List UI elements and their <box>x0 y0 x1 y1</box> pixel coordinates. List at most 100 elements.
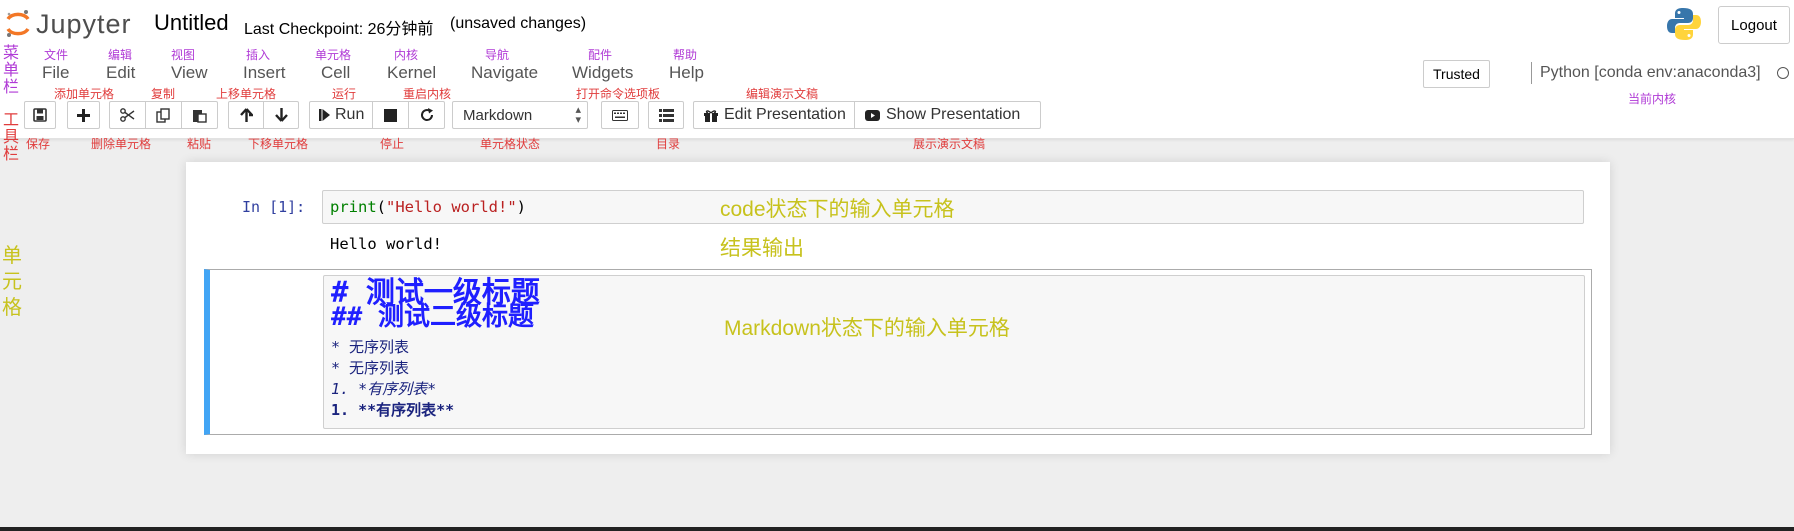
annotation-toc: 目录 <box>656 137 681 151</box>
arrow-down-icon <box>274 108 288 122</box>
annotation-view: 视图 <box>171 48 196 62</box>
restart-kernel-button[interactable] <box>408 101 445 129</box>
markdown-line-ordered-italic: 1. *有序列表* <box>331 380 437 398</box>
menu-navigate[interactable]: Navigate <box>471 63 538 83</box>
paste-cell-button[interactable] <box>181 101 218 129</box>
scissors-icon <box>120 108 135 122</box>
plus-icon <box>77 108 90 122</box>
annotation-current-kernel: 当前内核 <box>1628 92 1677 106</box>
move-up-button[interactable] <box>228 101 264 129</box>
code-paren-open: ( <box>376 198 387 216</box>
kernel-separator <box>1531 62 1532 84</box>
annotation-insert: 插入 <box>246 48 271 62</box>
edit-presentation-button[interactable]: Edit Presentation <box>693 101 855 129</box>
cell-type-value: Markdown <box>463 106 533 124</box>
code-func: print <box>330 198 377 216</box>
menu-help[interactable]: Help <box>669 63 704 83</box>
stop-icon <box>384 108 397 122</box>
select-arrows-icon: ▴ ▾ <box>575 104 581 126</box>
code-cell-output: Hello world! <box>330 235 442 253</box>
annotation-save: 保存 <box>26 137 51 151</box>
annotation-restart: 重启内核 <box>403 87 452 101</box>
youtube-play-icon <box>865 109 880 121</box>
jupyter-logo-icon <box>6 10 30 37</box>
copy-icon <box>156 107 170 123</box>
cell-label-char: 元 <box>2 271 22 293</box>
menu-cell[interactable]: Cell <box>321 63 350 83</box>
markdown-line-h2: ## 测试二级标题 <box>331 302 534 332</box>
annotation-move-down: 下移单元格 <box>248 137 309 151</box>
checkpoint-status: Last Checkpoint: 26分钟前 <box>244 21 434 38</box>
input-prompt: In [1]: <box>242 198 306 216</box>
annotation-toolbar-label: 工 具 栏 <box>3 112 19 163</box>
edit-presentation-label: Edit Presentation <box>724 106 846 123</box>
annotation-move-up: 上移单元格 <box>216 87 277 101</box>
autosave-status: (unsaved changes) <box>450 15 587 32</box>
interrupt-kernel-button[interactable] <box>372 101 409 129</box>
markdown-line-bullet: * 无序列表 <box>331 338 410 356</box>
move-down-button[interactable] <box>263 101 299 129</box>
command-palette-button[interactable] <box>601 101 639 129</box>
trusted-indicator[interactable]: Trusted <box>1423 60 1490 88</box>
keyboard-icon <box>612 109 628 121</box>
jupyter-logo-text: Jupyter <box>36 8 132 39</box>
restart-icon <box>420 108 433 121</box>
annotation-run: 运行 <box>332 87 357 101</box>
menu-view[interactable]: View <box>171 63 208 83</box>
menubar-label-char: 栏 <box>3 79 20 96</box>
code-paren-close: ) <box>516 198 527 216</box>
menu-edit[interactable]: Edit <box>106 63 135 83</box>
annotation-help: 帮助 <box>673 48 698 62</box>
menubar-label-char: 菜 <box>3 45 20 62</box>
arrow-up-icon <box>239 108 253 122</box>
run-button[interactable]: Run <box>309 101 373 129</box>
run-button-label: Run <box>335 106 365 123</box>
list-icon <box>658 108 674 122</box>
show-presentation-label: Show Presentation <box>886 106 1021 123</box>
annotation-edit-presentation: 编辑演示文稿 <box>746 87 819 101</box>
cell-type-select[interactable]: Markdown ▴ ▾ <box>452 101 588 129</box>
annotation-menubar-label: 菜 单 栏 <box>3 45 19 96</box>
code-string: "Hello world!" <box>386 198 517 216</box>
bottom-border <box>0 527 1794 531</box>
annotation-widgets: 配件 <box>588 48 613 62</box>
code-cell-source[interactable]: print("Hello world!") <box>330 198 526 216</box>
step-forward-icon <box>319 109 330 121</box>
annotation-markdown-input: Markdown状态下的输入单元格 <box>724 317 1010 340</box>
notebook-title[interactable]: Untitled <box>154 10 229 36</box>
logout-button[interactable]: Logout <box>1718 6 1790 44</box>
menubar-label-char: 单 <box>3 62 20 79</box>
menu-kernel[interactable]: Kernel <box>387 63 436 83</box>
add-cell-button[interactable] <box>67 101 100 129</box>
annotation-show-presentation: 展示演示文稿 <box>913 137 986 151</box>
toolbar-label-char: 具 <box>3 129 20 146</box>
annotation-cell: 单元格 <box>315 48 352 62</box>
annotation-copy: 复制 <box>151 87 176 101</box>
show-presentation-button[interactable]: Show Presentation <box>854 101 1041 129</box>
cell-label-char: 单 <box>2 245 22 267</box>
annotation-delete-cell: 删除单元格 <box>91 137 152 151</box>
save-icon <box>33 108 47 122</box>
menu-file[interactable]: File <box>42 63 69 83</box>
table-of-contents-button[interactable] <box>648 101 684 129</box>
menu-widgets[interactable]: Widgets <box>572 63 633 83</box>
kernel-name[interactable]: Python [conda env:anaconda3] <box>1540 64 1761 82</box>
annotation-stop: 停止 <box>380 137 405 151</box>
menu-insert[interactable]: Insert <box>243 63 286 83</box>
annotation-navigate: 导航 <box>485 48 510 62</box>
toolbar-label-char: 工 <box>3 112 20 129</box>
annotation-cell-label: 单 元 格 <box>1 243 23 321</box>
paste-icon <box>193 109 207 123</box>
jupyter-logo[interactable]: Jupyter <box>4 8 132 40</box>
annotation-cell-type: 单元格状态 <box>480 137 541 151</box>
annotation-kernel: 内核 <box>394 48 419 62</box>
python-logo-icon <box>1666 6 1702 47</box>
toolbar-label-char: 栏 <box>3 146 20 163</box>
save-button[interactable] <box>24 101 56 129</box>
copy-cell-button[interactable] <box>145 101 182 129</box>
annotation-code-input: code状态下的输入单元格 <box>720 198 955 221</box>
annotation-file: 文件 <box>44 48 69 62</box>
annotation-command-palette: 打开命令选项板 <box>576 87 661 101</box>
cut-cell-button[interactable] <box>109 101 146 129</box>
gift-icon <box>704 109 718 122</box>
